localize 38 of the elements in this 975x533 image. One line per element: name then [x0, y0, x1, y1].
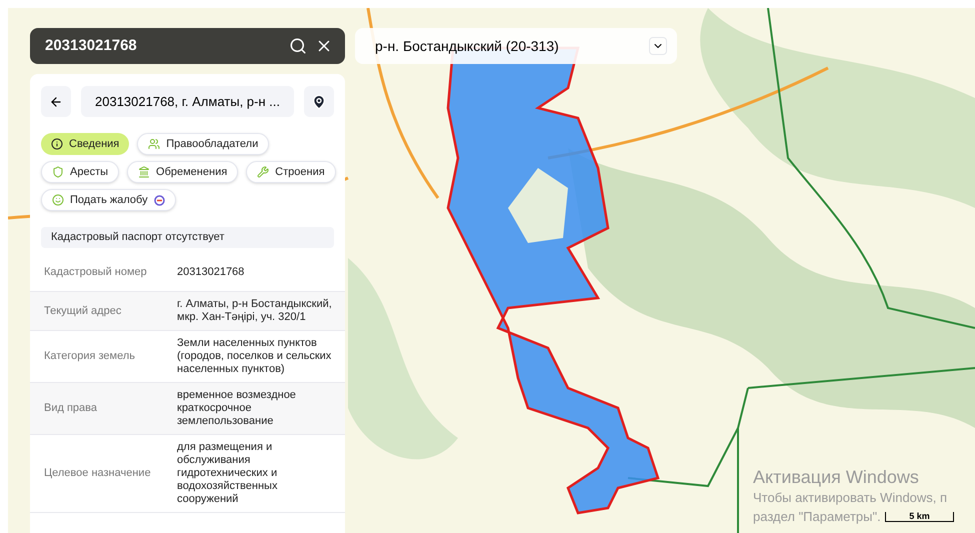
people-icon — [148, 138, 160, 150]
notice-bar: Кадастровый паспорт отсутствует — [41, 227, 334, 248]
building-icon — [138, 166, 150, 178]
district-dropdown[interactable]: р-н. Бостандыкский (20-313) — [355, 28, 677, 64]
search-field[interactable]: 20313021768 — [45, 34, 281, 58]
tab[interactable]: Правообладатели — [137, 133, 270, 155]
object-title: 20313021768, г. Алматы, р-н ... — [81, 86, 294, 117]
wrench-icon — [257, 166, 270, 178]
tab[interactable]: Обременения — [127, 161, 238, 183]
shield-icon — [52, 166, 64, 178]
search-bar[interactable]: 20313021768 — [30, 28, 345, 64]
field-value: г. Алматы, р-н Бостандыкский, мкр. Хан-Тәңірі, уч. 320/1 — [177, 298, 333, 324]
tab[interactable]: Подать жалобу — [41, 189, 176, 211]
tab[interactable]: Аресты — [41, 161, 120, 183]
field-value: 20313021768 — [177, 266, 246, 279]
smile-icon — [52, 194, 64, 206]
field-label: Категория земель — [43, 349, 136, 364]
scale-label: 5 km — [909, 511, 930, 521]
field-value: для размещения и обслуживания гидротехнических и водохозяйственных сооружений — [177, 441, 278, 506]
search-icon[interactable] — [289, 37, 307, 55]
field-label: Текущий адрес — [43, 304, 122, 319]
field-label: Вид права — [43, 401, 98, 416]
map-pin-icon — [310, 94, 327, 110]
activation-title: Активация Windows — [753, 466, 920, 488]
info-icon — [51, 138, 63, 150]
locate-button[interactable] — [304, 86, 334, 117]
back-button[interactable] — [41, 86, 71, 117]
tab[interactable]: Строения — [246, 161, 336, 183]
chevron-icon — [649, 37, 667, 55]
tab[interactable]: Сведения — [41, 133, 130, 155]
complaint-icon — [154, 194, 165, 206]
activation-text: раздел "Параметры". — [753, 508, 881, 526]
field-value: временное возмездное краткосрочное землепользование — [177, 389, 297, 428]
field-label: Кадастровый номер — [43, 265, 148, 280]
field-value: Земли населенных пунктов (городов, поселков и сельских населенных пунктов) — [177, 337, 332, 376]
field-label: Целевое назначение — [43, 466, 152, 482]
back-arrow-icon — [49, 94, 63, 108]
activation-text: Чтобы активировать Windows, п — [753, 489, 948, 507]
